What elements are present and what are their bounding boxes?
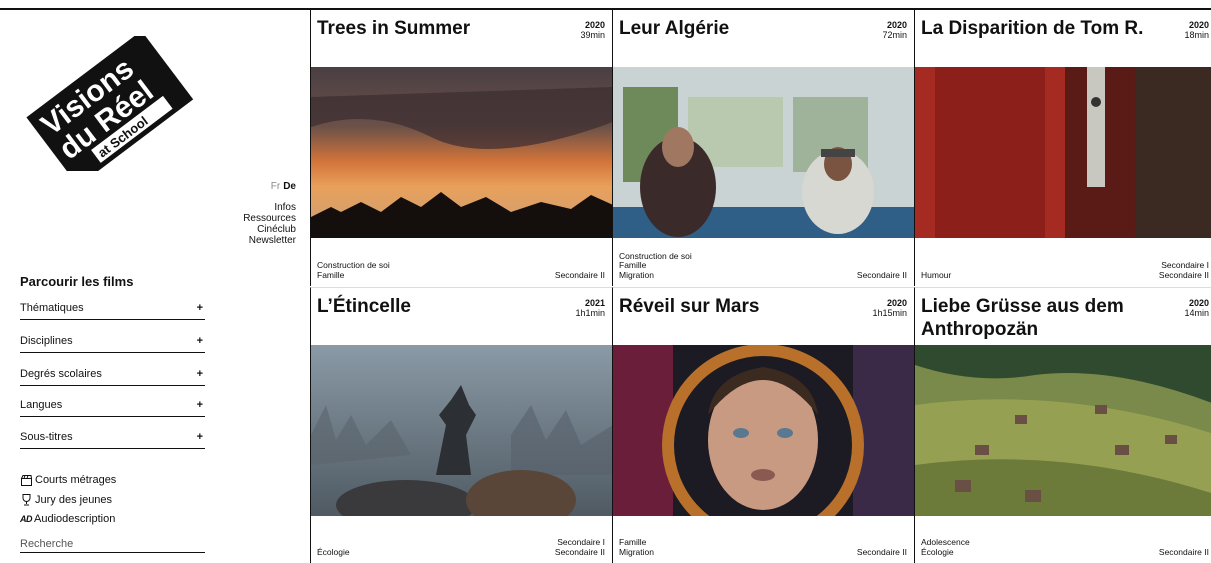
film-title: Liebe Grüsse aus dem Anthropozän (921, 296, 1124, 340)
lang-de-link[interactable]: De (283, 181, 296, 192)
film-still (915, 345, 1211, 516)
level: Secondaire II (856, 546, 907, 557)
film-meta: 2020 1h15min (872, 298, 907, 318)
film-tags: Humour (921, 269, 952, 281)
film-year: 2020 (584, 20, 605, 30)
top-navigation: Infos Ressources Cinéclub Newsletter (243, 202, 296, 246)
film-title: La Disparition de Tom R. (921, 18, 1144, 39)
plus-icon: + (196, 399, 203, 411)
plus-icon: + (196, 431, 203, 443)
film-clapper-icon (20, 475, 33, 487)
film-meta: 2020 18min (1184, 20, 1209, 40)
nav-infos[interactable]: Infos (243, 202, 296, 213)
film-year: 2020 (1188, 298, 1209, 308)
film-year: 2020 (886, 298, 907, 308)
audio-description-icon: AD (20, 514, 33, 524)
film-duration: 39min (580, 30, 605, 40)
film-tags: Écologie (317, 546, 350, 558)
film-duration: 1h15min (872, 308, 907, 318)
film-duration: 1h1min (575, 308, 605, 318)
film-duration: 72min (882, 30, 907, 40)
film-duration: 18min (1184, 30, 1209, 40)
filter-langues[interactable]: Langues + (20, 399, 205, 417)
lang-fr-link[interactable]: Fr (271, 181, 280, 192)
film-tags: Famille Migration (619, 537, 654, 557)
film-levels: Secondaire II (1158, 546, 1209, 558)
filter-degres-scolaires[interactable]: Degrés scolaires + (20, 368, 205, 386)
level: Secondaire II (554, 546, 605, 557)
film-card-la-disparition-de-tom-r[interactable]: La Disparition de Tom R. 2020 18min Humo… (914, 10, 1211, 286)
quick-links: Courts métrages Jury des jeunes AD Audio… (20, 471, 116, 530)
level: Secondaire II (554, 269, 605, 280)
film-tags: Construction de soi Famille (317, 260, 390, 280)
film-grid: Trees in Summer 2020 39min Construction … (310, 10, 1211, 563)
film-card-trees-in-summer[interactable]: Trees in Summer 2020 39min Construction … (310, 10, 612, 286)
film-year: 2021 (584, 298, 605, 308)
nav-newsletter[interactable]: Newsletter (243, 235, 296, 246)
link-jury-des-jeunes[interactable]: Jury des jeunes (20, 491, 116, 511)
trophy-icon (20, 494, 33, 506)
nav-ressources[interactable]: Ressources (243, 213, 296, 224)
search-input[interactable] (20, 536, 205, 553)
filter-label: Degrés scolaires (20, 368, 102, 380)
filter-sous-titres[interactable]: Sous-titres + (20, 431, 205, 449)
plus-icon: + (196, 368, 203, 380)
film-meta: 2020 39min (580, 20, 605, 40)
film-levels: Secondaire I Secondaire II (1158, 260, 1209, 280)
tag: Migration (619, 546, 654, 557)
film-meta: 2020 14min (1184, 298, 1209, 318)
plus-icon: + (196, 302, 203, 314)
browse-heading: Parcourir les films (20, 274, 134, 289)
film-still (311, 67, 612, 238)
plus-icon: + (196, 335, 203, 347)
filter-label: Disciplines (20, 335, 73, 347)
film-still (613, 67, 914, 238)
filter-label: Thématiques (20, 302, 84, 314)
film-levels: Secondaire II (856, 269, 907, 281)
film-title: Trees in Summer (317, 18, 471, 39)
language-switcher: Fr De (271, 181, 296, 192)
film-tags: Adolescence Écologie (921, 537, 970, 557)
level: Secondaire II (856, 269, 907, 280)
film-meta: 2021 1h1min (575, 298, 605, 318)
tag: Humour (921, 269, 952, 280)
tag: Famille (317, 269, 345, 280)
film-duration: 14min (1184, 308, 1209, 318)
film-title: Réveil sur Mars (619, 296, 760, 317)
film-levels: Secondaire II (856, 546, 907, 558)
site-logo[interactable]: Visions du Réel at School (20, 30, 195, 187)
film-levels: Secondaire II (554, 269, 605, 281)
tag: Écologie (921, 546, 954, 557)
filter-disciplines[interactable]: Disciplines + (20, 335, 205, 353)
film-meta: 2020 72min (882, 20, 907, 40)
film-year: 2020 (886, 20, 907, 30)
film-title: L’Étincelle (317, 296, 411, 317)
film-still (613, 345, 914, 516)
link-audiodescription[interactable]: AD Audiodescription (20, 510, 116, 530)
nav-cineclub[interactable]: Cinéclub (243, 224, 296, 235)
film-card-l-etincelle[interactable]: L’Étincelle 2021 1h1min Écologie Seconda… (310, 287, 612, 563)
film-title: Leur Algérie (619, 18, 730, 39)
sidebar: Visions du Réel at School Fr De Infos Res… (0, 0, 310, 563)
film-card-liebe-grusse-aus-dem-anthropozan[interactable]: Liebe Grüsse aus dem Anthropozän 2020 14… (914, 287, 1211, 563)
filter-label: Langues (20, 399, 63, 411)
film-year: 2020 (1188, 20, 1209, 30)
film-card-leur-algerie[interactable]: Leur Algérie 2020 72min Construction de … (612, 10, 914, 286)
film-levels: Secondaire I Secondaire II (554, 537, 605, 557)
level: Secondaire II (1158, 546, 1209, 557)
film-tags: Construction de soi Famille Migration (619, 251, 692, 281)
filter-thematiques[interactable]: Thématiques + (20, 302, 205, 320)
tag: Écologie (317, 546, 350, 557)
link-courts-metrages[interactable]: Courts métrages (20, 471, 116, 491)
link-label: Jury des jeunes (35, 493, 113, 506)
film-still (311, 345, 612, 516)
link-label: Courts métrages (35, 474, 117, 486)
link-label: Audiodescription (34, 513, 116, 525)
film-still (915, 67, 1211, 238)
film-card-reveil-sur-mars[interactable]: Réveil sur Mars 2020 1h15min Famille Mig… (612, 287, 914, 563)
tag: Migration (619, 269, 654, 280)
filter-label: Sous-titres (20, 431, 73, 443)
level: Secondaire II (1158, 269, 1209, 280)
